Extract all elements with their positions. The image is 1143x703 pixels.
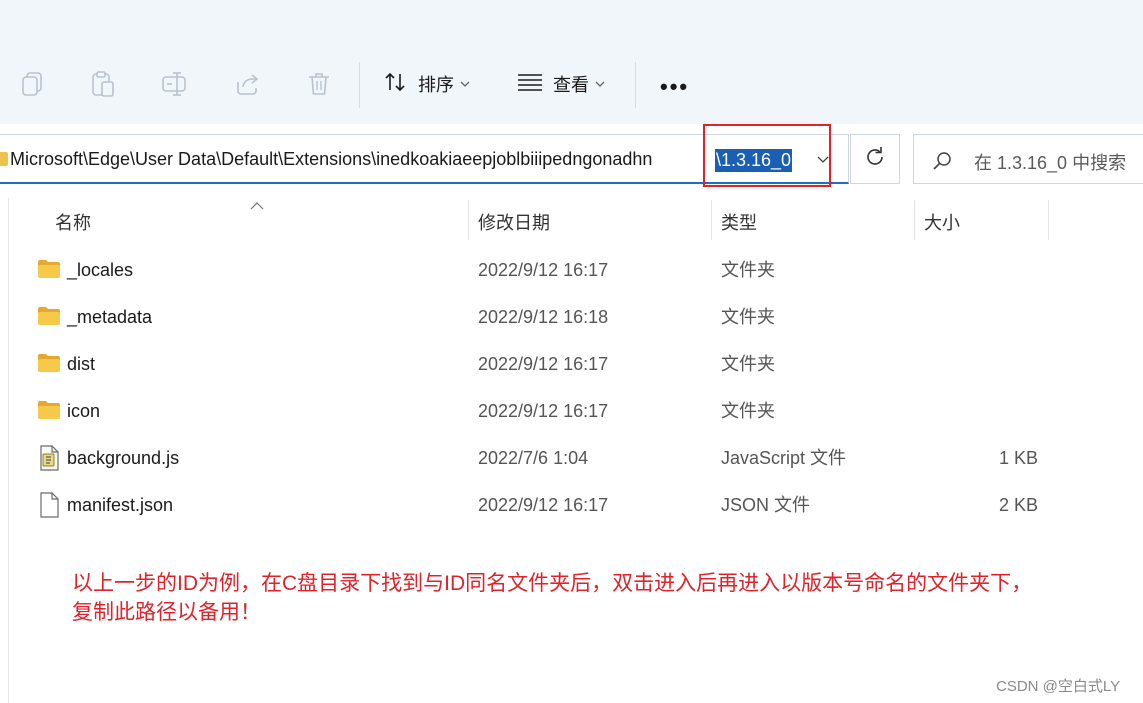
file-type: JSON 文件 [721,495,811,515]
highlight-box [703,124,831,187]
column-divider[interactable] [914,200,915,240]
file-name: _locales [67,260,134,280]
folder-icon [0,152,8,166]
column-header-size[interactable]: 大小 [924,209,960,235]
file-date: 2022/9/12 16:17 [478,495,609,515]
file-type: 文件夹 [721,401,775,421]
file-date: 2022/9/12 16:17 [478,354,609,374]
copy-icon[interactable] [16,68,48,100]
file-row[interactable]: background.js 2022/7/6 1:04 JavaScript 文… [0,435,1143,482]
toolbar-divider [359,62,360,108]
file-type: 文件夹 [721,260,775,280]
file-date: 2022/9/12 16:18 [478,307,609,327]
sort-button[interactable]: 排序 [384,68,470,100]
file-name: icon [67,401,101,421]
sort-ascending-icon [250,198,264,216]
file-row[interactable]: dist 2022/9/12 16:17 文件夹 [0,341,1143,388]
file-type: 文件夹 [721,307,775,327]
annotation-text: 以上一步的ID为例，在C盘目录下找到与ID同名文件夹后，双击进入后再进入以版本号… [72,569,1122,627]
annotation-line-1: 以上一步的ID为例，在C盘目录下找到与ID同名文件夹后，双击进入后再进入以版本号… [72,572,1033,595]
file-row[interactable]: manifest.json 2022/9/12 16:17 JSON 文件 2 … [0,482,1143,529]
column-divider[interactable] [468,200,469,240]
file-date: 2022/9/12 16:17 [478,260,609,280]
file-type: JavaScript 文件 [721,448,847,468]
paste-icon[interactable] [87,68,119,100]
file-size: 1 KB [998,448,1038,468]
watermark: CSDN @空白式LY [996,678,1121,695]
file-row[interactable]: icon 2022/9/12 16:17 文件夹 [0,388,1143,435]
address-path: Microsoft\Edge\User Data\Default\Extensi… [10,149,653,169]
share-icon[interactable] [231,68,263,100]
command-bar [0,0,1143,125]
file-date: 2022/9/12 16:17 [478,401,609,421]
file-icon [37,492,61,518]
file-name: background.js [67,448,180,468]
toolbar-divider [635,62,636,108]
script-file-icon [37,445,61,471]
chevron-down-icon [595,80,605,88]
annotation-line-2: 复制此路径以备用！ [72,601,261,624]
column-divider[interactable] [1048,200,1049,240]
rename-icon[interactable] [159,68,191,100]
view-label: 查看 [553,75,589,95]
file-name: _metadata [67,307,153,327]
file-name: manifest.json [67,495,174,515]
chevron-down-icon [460,80,470,88]
file-name: dist [67,354,96,374]
file-row[interactable]: _locales 2022/9/12 16:17 文件夹 [0,247,1143,294]
column-divider[interactable] [711,200,712,240]
sort-label: 排序 [418,75,454,95]
file-date: 2022/7/6 1:04 [478,448,589,468]
list-view-icon [517,72,543,97]
sort-icon [384,71,408,98]
column-header-type[interactable]: 类型 [721,209,757,235]
folder-icon [37,259,61,281]
file-row[interactable]: _metadata 2022/9/12 16:18 文件夹 [0,294,1143,341]
delete-icon[interactable] [303,68,335,100]
column-header-name[interactable]: 名称 [55,209,91,235]
folder-icon [37,353,61,375]
folder-icon [37,400,61,422]
more-options-button[interactable]: ••• [660,74,689,100]
file-type: 文件夹 [721,354,775,374]
search-icon [931,150,953,177]
refresh-icon [863,145,887,174]
folder-icon [37,306,61,328]
view-button[interactable]: 查看 [517,68,605,100]
refresh-button[interactable] [850,134,900,184]
column-header-date[interactable]: 修改日期 [478,209,550,235]
file-size: 2 KB [998,495,1038,515]
search-placeholder: 在 1.3.16_0 中搜索 [974,153,1127,173]
